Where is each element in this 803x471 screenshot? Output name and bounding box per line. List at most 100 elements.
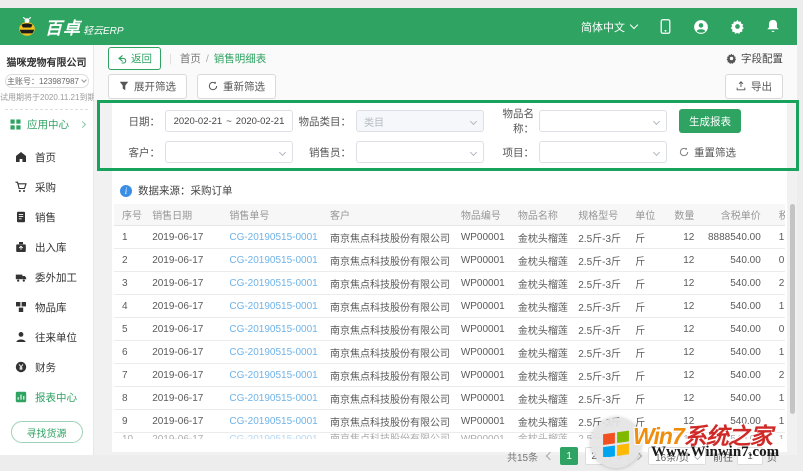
- notifications-button[interactable]: [765, 19, 781, 35]
- reset-filter-label: 重置筛选: [694, 145, 736, 160]
- table-cell: 斤: [627, 253, 657, 268]
- sidebar-item-outsourcing[interactable]: 委外加工: [0, 262, 93, 292]
- order-number-link[interactable]: CG-20190515-0001: [221, 301, 322, 312]
- table-cell: 2: [114, 255, 144, 266]
- language-selector[interactable]: 简体中文: [581, 19, 637, 35]
- table-row: 42019-06-17CG-20190515-0001南京焦点科技股份有限公司W…: [114, 295, 785, 318]
- table-cell: 2019-06-17: [144, 301, 221, 312]
- table-cell: 2019-06-17: [144, 433, 221, 439]
- scrollbar-thumb[interactable]: [790, 204, 795, 414]
- refilter-button[interactable]: 重新筛选: [197, 74, 276, 99]
- table-cell: 斤: [627, 368, 657, 383]
- sidebar-item-finance[interactable]: 财务: [0, 352, 93, 382]
- column-header: 序号: [114, 207, 144, 222]
- table-cell: 2019-06-17: [144, 278, 221, 289]
- column-header: 客户: [322, 207, 453, 222]
- chevron-down-icon: [470, 118, 477, 125]
- order-number-link[interactable]: CG-20190515-0001: [221, 416, 322, 427]
- order-number-link[interactable]: CG-20190515-0001: [221, 255, 322, 266]
- items-boxes-icon: [15, 301, 27, 313]
- table-cell: 12: [657, 232, 694, 243]
- sidebar-item-items-library[interactable]: 物品库: [0, 292, 93, 322]
- order-number-link[interactable]: CG-20190515-0001: [221, 347, 322, 358]
- order-number-link[interactable]: CG-20190515-0001: [221, 370, 322, 381]
- table-cell: WP00001: [453, 232, 510, 243]
- table-body: 12019-06-17CG-20190515-0001南京焦点科技股份有限公司W…: [114, 226, 785, 439]
- table-cell: 南京焦点科技股份有限公司: [322, 368, 453, 383]
- export-button[interactable]: 导出: [725, 74, 783, 99]
- table-cell: 2019-06-17: [144, 255, 221, 266]
- table-cell: 南京焦点科技股份有限公司: [322, 345, 453, 360]
- bee-logo-icon: [16, 16, 38, 38]
- project-label: 项目：: [484, 145, 534, 160]
- sidebar-menu: 首页 采购 销售 出入库: [0, 142, 93, 412]
- sidebar-item-label: 出入库: [35, 240, 67, 255]
- breadcrumb-home[interactable]: 首页: [180, 51, 201, 66]
- item-name-select[interactable]: [539, 110, 667, 132]
- customer-service-button[interactable]: [693, 19, 709, 35]
- table-row: 52019-06-17CG-20190515-0001南京焦点科技股份有限公司W…: [114, 318, 785, 341]
- field-config-button[interactable]: 字段配置: [726, 51, 783, 66]
- sidebar-item-label: 销售: [35, 210, 56, 225]
- table-cell: 金枕头榴莲: [510, 391, 570, 406]
- account-selector[interactable]: 主账号：123987987: [5, 74, 89, 88]
- table-cell: 金枕头榴莲: [510, 414, 570, 429]
- table-cell: 金枕头榴莲: [510, 322, 570, 337]
- table-cell: WP00001: [453, 324, 510, 335]
- sales-detail-table: 序号销售日期销售单号客户物品编号物品名称规格型号单位数量含税单价税率 12019…: [114, 204, 785, 439]
- sidebar-item-contacts[interactable]: 往来单位: [0, 322, 93, 352]
- table-cell: 斤: [627, 299, 657, 314]
- top-header-bar: 百卓 轻云ERP 简体中文: [0, 8, 797, 45]
- sidebar-item-reports[interactable]: 报表中心: [0, 382, 93, 412]
- order-number-link[interactable]: CG-20190515-0001: [221, 232, 322, 243]
- vertical-scrollbar[interactable]: [789, 198, 796, 432]
- sidebar-app-center[interactable]: 应用中心: [0, 110, 93, 138]
- column-header: 单位: [627, 207, 657, 222]
- column-header: 物品名称: [510, 207, 570, 222]
- screenshot-stage: 百卓 轻云ERP 简体中文: [0, 0, 803, 471]
- table-row: 12019-06-17CG-20190515-0001南京焦点科技股份有限公司W…: [114, 226, 785, 249]
- trial-expiry-note: 试用期将于2020.11.21到期: [0, 92, 93, 103]
- expand-filter-button[interactable]: 展开筛选: [108, 74, 187, 99]
- table-cell: 2.5斤-3斤: [570, 253, 627, 268]
- sidebar-item-home[interactable]: 首页: [0, 142, 93, 172]
- category-select[interactable]: 类目: [356, 110, 484, 132]
- salesman-select[interactable]: [356, 141, 484, 163]
- table-cell: 540.00: [694, 255, 764, 266]
- sidebar-item-sales[interactable]: 销售: [0, 202, 93, 232]
- find-supply-button[interactable]: 寻找货源: [11, 421, 83, 443]
- prev-page-icon[interactable]: [546, 452, 554, 460]
- mobile-app-button[interactable]: [657, 19, 673, 35]
- order-number-link[interactable]: CG-20190515-0001: [221, 433, 322, 439]
- table-cell: 8888540.00: [694, 232, 764, 243]
- table-cell: 南京焦点科技股份有限公司: [322, 433, 453, 439]
- order-number-link[interactable]: CG-20190515-0001: [221, 278, 322, 289]
- generate-report-button[interactable]: 生成报表: [679, 109, 741, 133]
- table-cell: 1: [765, 301, 785, 312]
- reset-filter-button[interactable]: 重置筛选: [679, 145, 736, 160]
- order-number-link[interactable]: CG-20190515-0001: [221, 324, 322, 335]
- table-cell: 南京焦点科技股份有限公司: [322, 414, 453, 429]
- salesman-label: 销售员：: [293, 145, 351, 160]
- chevron-down-icon: [653, 118, 660, 125]
- table-cell: 南京焦点科技股份有限公司: [322, 253, 453, 268]
- column-header: 销售单号: [221, 207, 322, 222]
- sidebar-item-purchase[interactable]: 采购: [0, 172, 93, 202]
- back-button[interactable]: 返回: [108, 47, 161, 70]
- table-cell: 12: [657, 278, 694, 289]
- table-cell: 2.5斤-3斤: [570, 391, 627, 406]
- table-cell: 金枕头榴莲: [510, 253, 570, 268]
- table-row: 62019-06-17CG-20190515-0001南京焦点科技股份有限公司W…: [114, 341, 785, 364]
- column-header: 物品编号: [453, 207, 510, 222]
- project-select[interactable]: [539, 141, 667, 163]
- order-number-link[interactable]: CG-20190515-0001: [221, 393, 322, 404]
- page-button-1[interactable]: 1: [560, 447, 578, 465]
- date-label: 日期：: [118, 114, 160, 129]
- customer-select[interactable]: [165, 141, 293, 163]
- refilter-label: 重新筛选: [223, 79, 265, 94]
- date-range-input[interactable]: 2020-02-21 ~ 2020-02-21: [165, 110, 293, 132]
- settings-button[interactable]: [729, 19, 745, 35]
- actions-row: 展开筛选 重新筛选 导出: [94, 72, 797, 100]
- app-grid-icon: [10, 119, 21, 130]
- sidebar-item-warehouse[interactable]: 出入库: [0, 232, 93, 262]
